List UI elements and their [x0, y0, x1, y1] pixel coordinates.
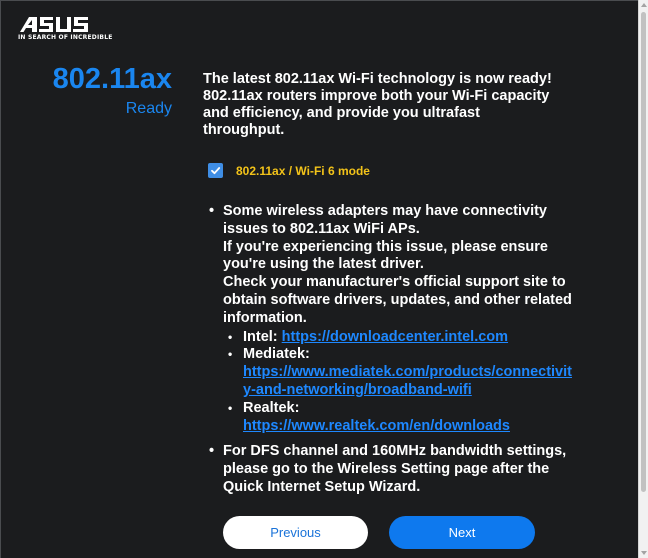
scroll-up-arrow-icon[interactable] [641, 3, 647, 7]
checkmark-icon [211, 167, 221, 175]
asus-logo-icon [20, 17, 88, 32]
vendor-item-mediatek: Mediatek: https://www.mediatek.com/produ… [223, 346, 578, 399]
intro-text: The latest 802.11ax Wi-Fi technology is … [203, 71, 552, 138]
vendor-link-mediatek[interactable]: https://www.mediatek.com/products/connec… [243, 364, 572, 398]
logo-tagline: IN SEARCH OF INCREDIBLE [18, 34, 113, 41]
previous-button[interactable]: Previous [223, 516, 368, 549]
compat-note-driver: If you're experiencing this issue, pleas… [223, 238, 548, 273]
wifi6-mode-checkbox[interactable] [208, 163, 223, 178]
scroll-down-arrow-icon[interactable] [641, 551, 647, 555]
vendor-name: Realtek: [243, 399, 300, 416]
vendor-link-realtek[interactable]: https://www.realtek.com/en/downloads [243, 418, 510, 434]
compat-note-intro: Some wireless adapters may have connecti… [223, 203, 547, 237]
dfs-note: For DFS channel and 160MHz bandwidth set… [208, 443, 578, 496]
wifi6-mode-option[interactable]: 802.11ax / Wi-Fi 6 mode [208, 163, 370, 178]
compat-note-support: Check your manufacturer's official suppo… [223, 274, 572, 326]
vendor-item-realtek: Realtek: https://www.realtek.com/en/down… [223, 400, 578, 436]
setup-wizard-page: IN SEARCH OF INCREDIBLE 802.11ax Ready T… [0, 0, 638, 558]
vendor-item-intel: Intel: https://downloadcenter.intel.com [223, 329, 578, 347]
feature-title: 802.11ax [52, 63, 172, 95]
vendor-link-intel[interactable]: https://downloadcenter.intel.com [282, 329, 508, 345]
asus-logo: IN SEARCH OF INCREDIBLE [18, 15, 113, 41]
vendor-list: Intel: https://downloadcenter.intel.com … [223, 329, 578, 436]
feature-status: Ready [125, 100, 172, 117]
compat-note: Some wireless adapters may have connecti… [208, 203, 578, 435]
wifi6-mode-label: 802.11ax / Wi-Fi 6 mode [236, 163, 370, 178]
vendor-name: Mediatek: [243, 346, 310, 363]
next-button[interactable]: Next [389, 516, 535, 549]
scrollbar-thumb[interactable] [641, 12, 646, 492]
notes-list: Some wireless adapters may have connecti… [208, 203, 578, 497]
vendor-name: Intel: [243, 328, 278, 345]
vertical-scrollbar[interactable] [638, 0, 648, 558]
